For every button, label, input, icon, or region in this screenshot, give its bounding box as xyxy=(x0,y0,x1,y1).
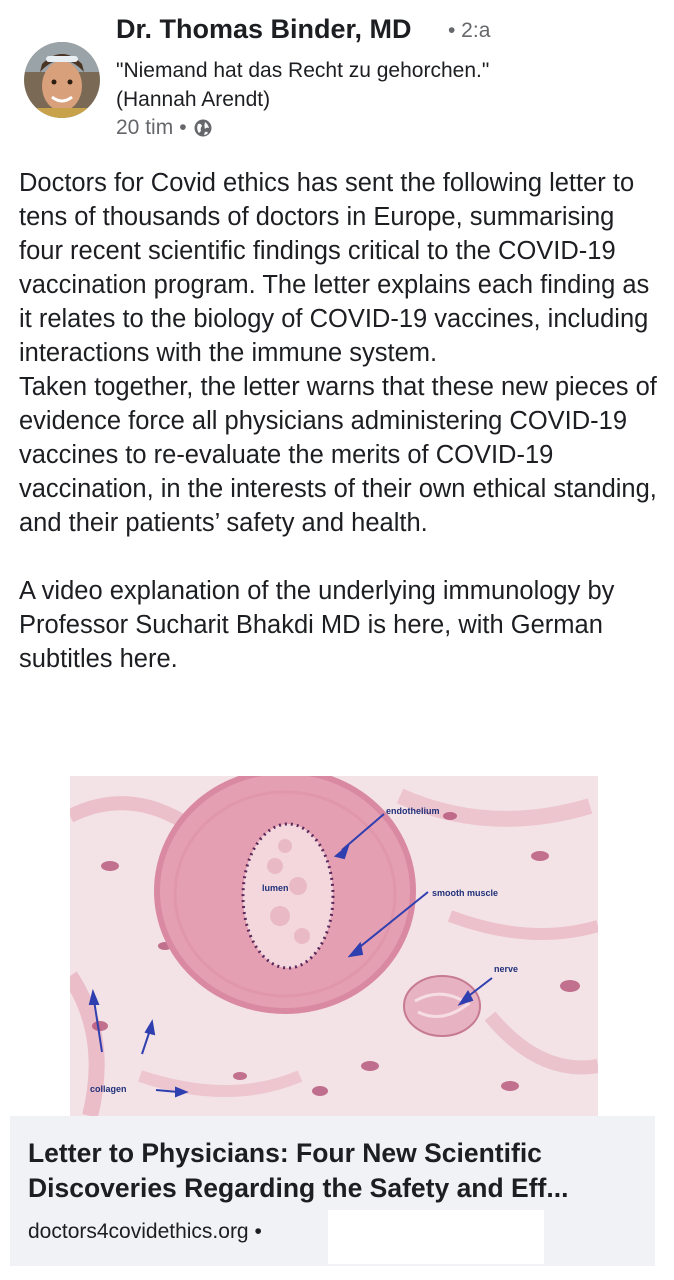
redacted-area xyxy=(328,1210,544,1264)
post-body: Doctors for Covid ethics has sent the fo… xyxy=(19,166,659,676)
link-domain-separator: • xyxy=(254,1220,262,1243)
meta-separator: • xyxy=(179,116,187,139)
label-endothelium: endothelium xyxy=(386,806,440,816)
histology-image: endothelium lumen smooth muscle nerve co… xyxy=(70,776,598,1116)
post-meta: 20 tim • xyxy=(116,116,213,140)
label-collagen: collagen xyxy=(90,1084,127,1094)
link-preview-caption[interactable]: Letter to Physicians: Four New Scientifi… xyxy=(10,1116,655,1266)
label-nerve: nerve xyxy=(494,964,518,974)
post-paragraph: A video explanation of the underlying im… xyxy=(19,577,622,673)
author-name[interactable]: Dr. Thomas Binder, MD xyxy=(116,14,412,45)
author-bio: "Niemand hat das Recht zu gehorchen." (H… xyxy=(116,59,490,111)
link-preview-card[interactable]: endothelium lumen smooth muscle nerve co… xyxy=(10,776,655,1266)
link-preview-image[interactable]: endothelium lumen smooth muscle nerve co… xyxy=(70,776,598,1116)
link-domain-text: doctors4covidethics.org xyxy=(28,1220,249,1243)
post-paragraph: Doctors for Covid ethics has sent the fo… xyxy=(19,169,657,367)
post-paragraph: Taken together, the letter warns that th… xyxy=(19,373,664,537)
post-header: Dr. Thomas Binder, MD • 2:a "Niemand hat… xyxy=(0,0,674,150)
author-extra: • 2:a xyxy=(448,19,491,42)
label-lumen: lumen xyxy=(262,883,289,893)
globe-icon xyxy=(194,119,212,137)
label-smooth-muscle: smooth muscle xyxy=(432,888,498,898)
avatar-photo-icon xyxy=(24,42,100,118)
author-avatar[interactable] xyxy=(24,42,100,118)
link-domain: doctors4covidethics.org • xyxy=(28,1220,262,1244)
post-timestamp[interactable]: 20 tim xyxy=(116,116,173,140)
link-title[interactable]: Letter to Physicians: Four New Scientifi… xyxy=(28,1136,638,1206)
